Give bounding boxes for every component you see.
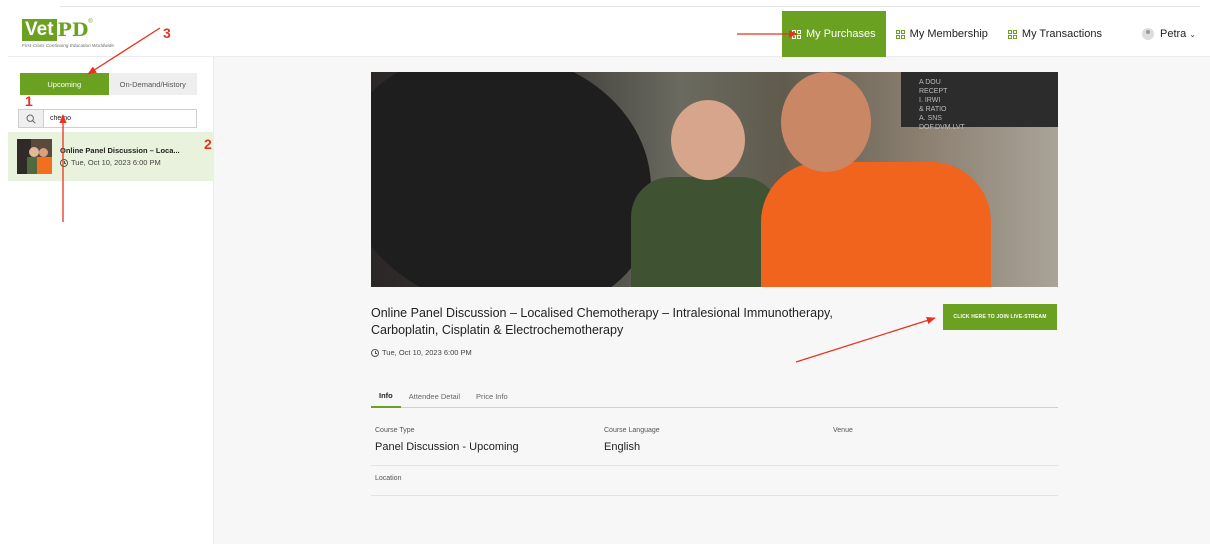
field-value: English: [604, 441, 641, 453]
nav-my-purchases[interactable]: My Purchases: [781, 11, 886, 57]
list-item-title: Online Panel Discussion – Loca...: [60, 146, 180, 155]
info-row: Location: [371, 466, 1058, 496]
list-item[interactable]: Online Panel Discussion – Loca... Tue, O…: [8, 132, 214, 181]
search-button[interactable]: [19, 110, 44, 127]
logo-vet: Vet: [22, 19, 57, 41]
user-avatar-icon: [1142, 28, 1154, 40]
tab-on-demand-history[interactable]: On-Demand/History: [109, 73, 198, 95]
tab-upcoming[interactable]: Upcoming: [20, 73, 109, 95]
tab-info[interactable]: Info: [371, 385, 401, 408]
user-name: Petra: [1160, 28, 1187, 40]
nav-label: My Purchases: [805, 28, 876, 40]
tab-attendee-detail[interactable]: Attendee Detail: [401, 385, 468, 408]
join-live-stream-button[interactable]: CLICK HERE TO JOIN LIVE-STREAM: [943, 304, 1057, 330]
event-thumbnail: [17, 139, 52, 174]
annotation-number-2: 2: [204, 136, 212, 152]
annotation-number-3: 3: [163, 25, 171, 41]
detail-tabs: Info Attendee Detail Price Info: [371, 385, 1058, 408]
field-course-language: Course Language English: [600, 418, 829, 465]
grid-icon: [791, 29, 801, 39]
clock-icon: [60, 158, 68, 167]
field-course-type: Course Type Panel Discussion - Upcoming: [371, 418, 600, 465]
clock-icon: [371, 348, 379, 357]
logo-tagline: First-Class Continuing Education Worldwi…: [22, 43, 114, 48]
field-label: Venue: [833, 427, 853, 434]
logo-pd: PD: [57, 19, 89, 41]
page: Vet PD ® First-Class Continuing Educatio…: [0, 0, 1210, 544]
event-hero-image: A DOU RECEPT I. IRWI & RATIO A. SNS DOF.…: [371, 72, 1058, 287]
hero-board-text: A DOU RECEPT I. IRWI & RATIO A. SNS DOF.…: [919, 79, 965, 131]
chevron-down-icon: ⌄: [1189, 29, 1196, 39]
vetpd-logo[interactable]: Vet PD ® First-Class Continuing Educatio…: [22, 19, 114, 48]
info-fields: Course Type Panel Discussion - Upcoming …: [371, 418, 1058, 496]
search-box: [18, 109, 197, 128]
nav-label: My Transactions: [1021, 28, 1102, 40]
tab-price-info[interactable]: Price Info: [468, 385, 516, 408]
grid-icon: [895, 29, 905, 39]
sidebar: Upcoming On-Demand/History Online Panel …: [8, 57, 214, 544]
event-title: Online Panel Discussion – Localised Chem…: [371, 306, 833, 337]
field-value: Panel Discussion - Upcoming: [375, 441, 519, 453]
nav-my-membership[interactable]: My Membership: [886, 11, 998, 57]
event-date-text: Tue, Oct 10, 2023 6:00 PM: [382, 348, 472, 357]
search-input[interactable]: [44, 115, 194, 122]
event-date: Tue, Oct 10, 2023 6:00 PM: [371, 348, 472, 357]
sidebar-tabs: Upcoming On-Demand/History: [20, 73, 197, 95]
field-label: Course Language: [604, 427, 660, 434]
list-item-date: Tue, Oct 10, 2023 6:00 PM: [60, 158, 180, 167]
top-divider: [60, 6, 1200, 7]
nav-label: My Membership: [909, 28, 988, 40]
list-item-date-text: Tue, Oct 10, 2023 6:00 PM: [71, 158, 161, 167]
search-icon: [26, 113, 36, 124]
nav-my-transactions[interactable]: My Transactions: [998, 11, 1112, 57]
user-menu[interactable]: Petra ⌄: [1112, 28, 1210, 40]
field-label: Course Type: [375, 427, 415, 434]
annotation-number-1: 1: [25, 93, 33, 109]
logo-registered-mark: ®: [88, 19, 93, 25]
header: Vet PD ® First-Class Continuing Educatio…: [8, 11, 1210, 57]
info-row: Course Type Panel Discussion - Upcoming …: [371, 418, 1058, 466]
main-content: A DOU RECEPT I. IRWI & RATIO A. SNS DOF.…: [214, 57, 1210, 544]
field-location: Location: [371, 466, 604, 495]
grid-icon: [1007, 29, 1017, 39]
field-venue: Venue: [829, 418, 1058, 465]
field-label: Location: [375, 475, 402, 482]
top-nav: My Purchases My Membership My Transactio…: [781, 11, 1210, 57]
